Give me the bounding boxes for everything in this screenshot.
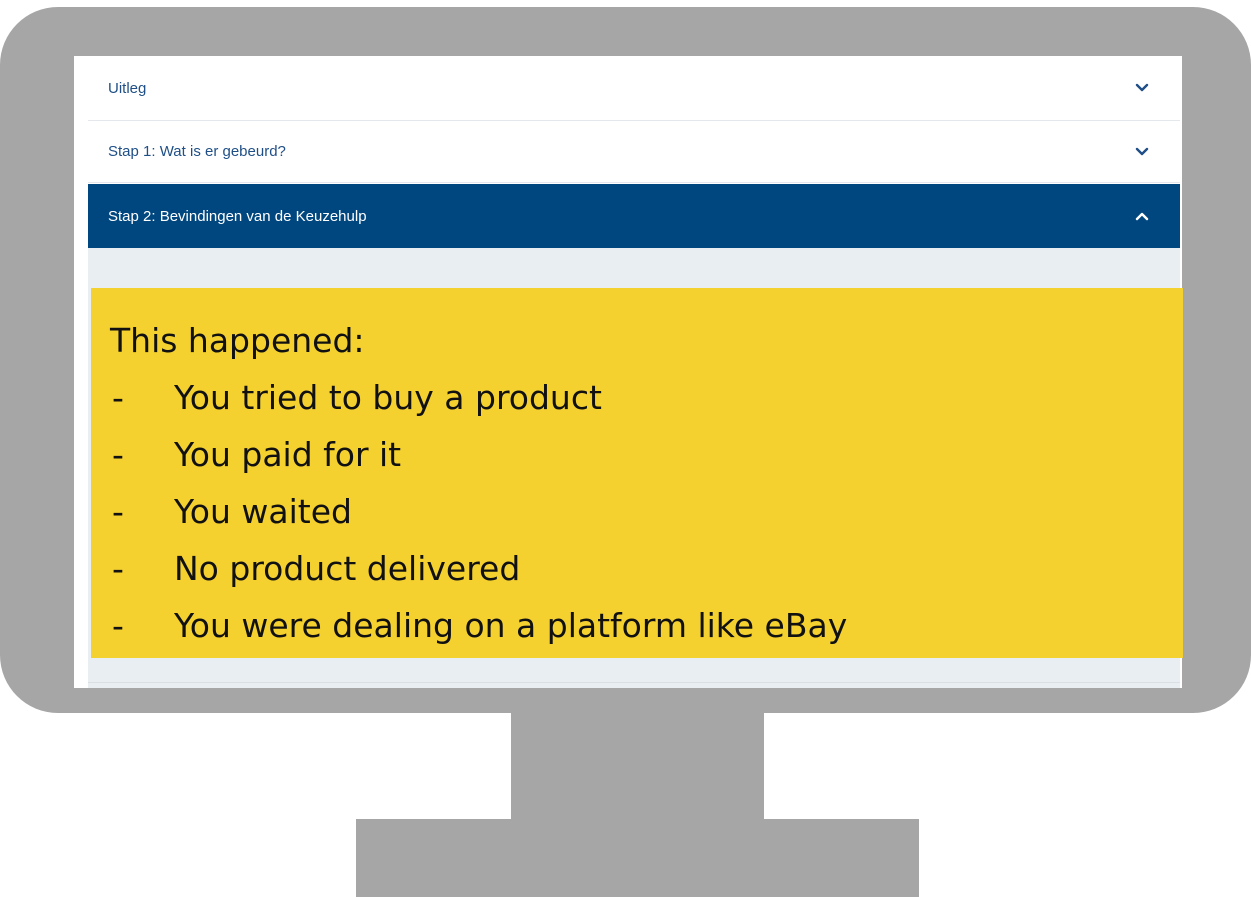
list-item-text: You were dealing on a platform like eBay bbox=[174, 606, 848, 645]
monitor-stand-neck bbox=[511, 712, 764, 822]
bullet-dash: - bbox=[112, 435, 124, 474]
list-item: - You waited bbox=[110, 483, 1183, 540]
list-item: - You tried to buy a product bbox=[110, 369, 1183, 426]
monitor-stand-base bbox=[356, 819, 919, 897]
list-item-text: You waited bbox=[174, 492, 352, 531]
list-item-text: You paid for it bbox=[174, 435, 402, 474]
accordion-item-label: Stap 1: Wat is er gebeurd? bbox=[108, 143, 286, 160]
accordion-item-uitleg[interactable]: Uitleg bbox=[88, 56, 1180, 121]
chevron-down-icon[interactable] bbox=[1128, 147, 1156, 157]
bullet-dash: - bbox=[112, 549, 124, 588]
list-item: - No product delivered bbox=[110, 540, 1183, 597]
chevron-up-icon[interactable] bbox=[1128, 211, 1156, 221]
list-item: - You were dealing on a platform like eB… bbox=[110, 597, 1183, 654]
bullet-dash: - bbox=[112, 492, 124, 531]
accordion-item-stap-1[interactable]: Stap 1: Wat is er gebeurd? bbox=[88, 121, 1180, 183]
accordion-item-label: Uitleg bbox=[108, 79, 147, 97]
list-item-text: You tried to buy a product bbox=[174, 378, 602, 417]
list-item: - You paid for it bbox=[110, 426, 1183, 483]
list-item-text: No product delivered bbox=[174, 549, 521, 588]
chevron-down-icon[interactable] bbox=[1128, 83, 1156, 93]
accordion-item-stap-2[interactable]: Stap 2: Bevindingen van de Keuzehulp bbox=[88, 184, 1180, 248]
bullet-dash: - bbox=[112, 606, 124, 645]
panel-divider bbox=[88, 682, 1180, 683]
summary-callout: This happened: - You tried to buy a prod… bbox=[91, 288, 1183, 658]
callout-list: - You tried to buy a product - You paid … bbox=[110, 369, 1183, 654]
accordion-item-label: Stap 2: Bevindingen van de Keuzehulp bbox=[108, 207, 367, 225]
callout-heading: This happened: bbox=[110, 321, 365, 360]
bullet-dash: - bbox=[112, 378, 124, 417]
